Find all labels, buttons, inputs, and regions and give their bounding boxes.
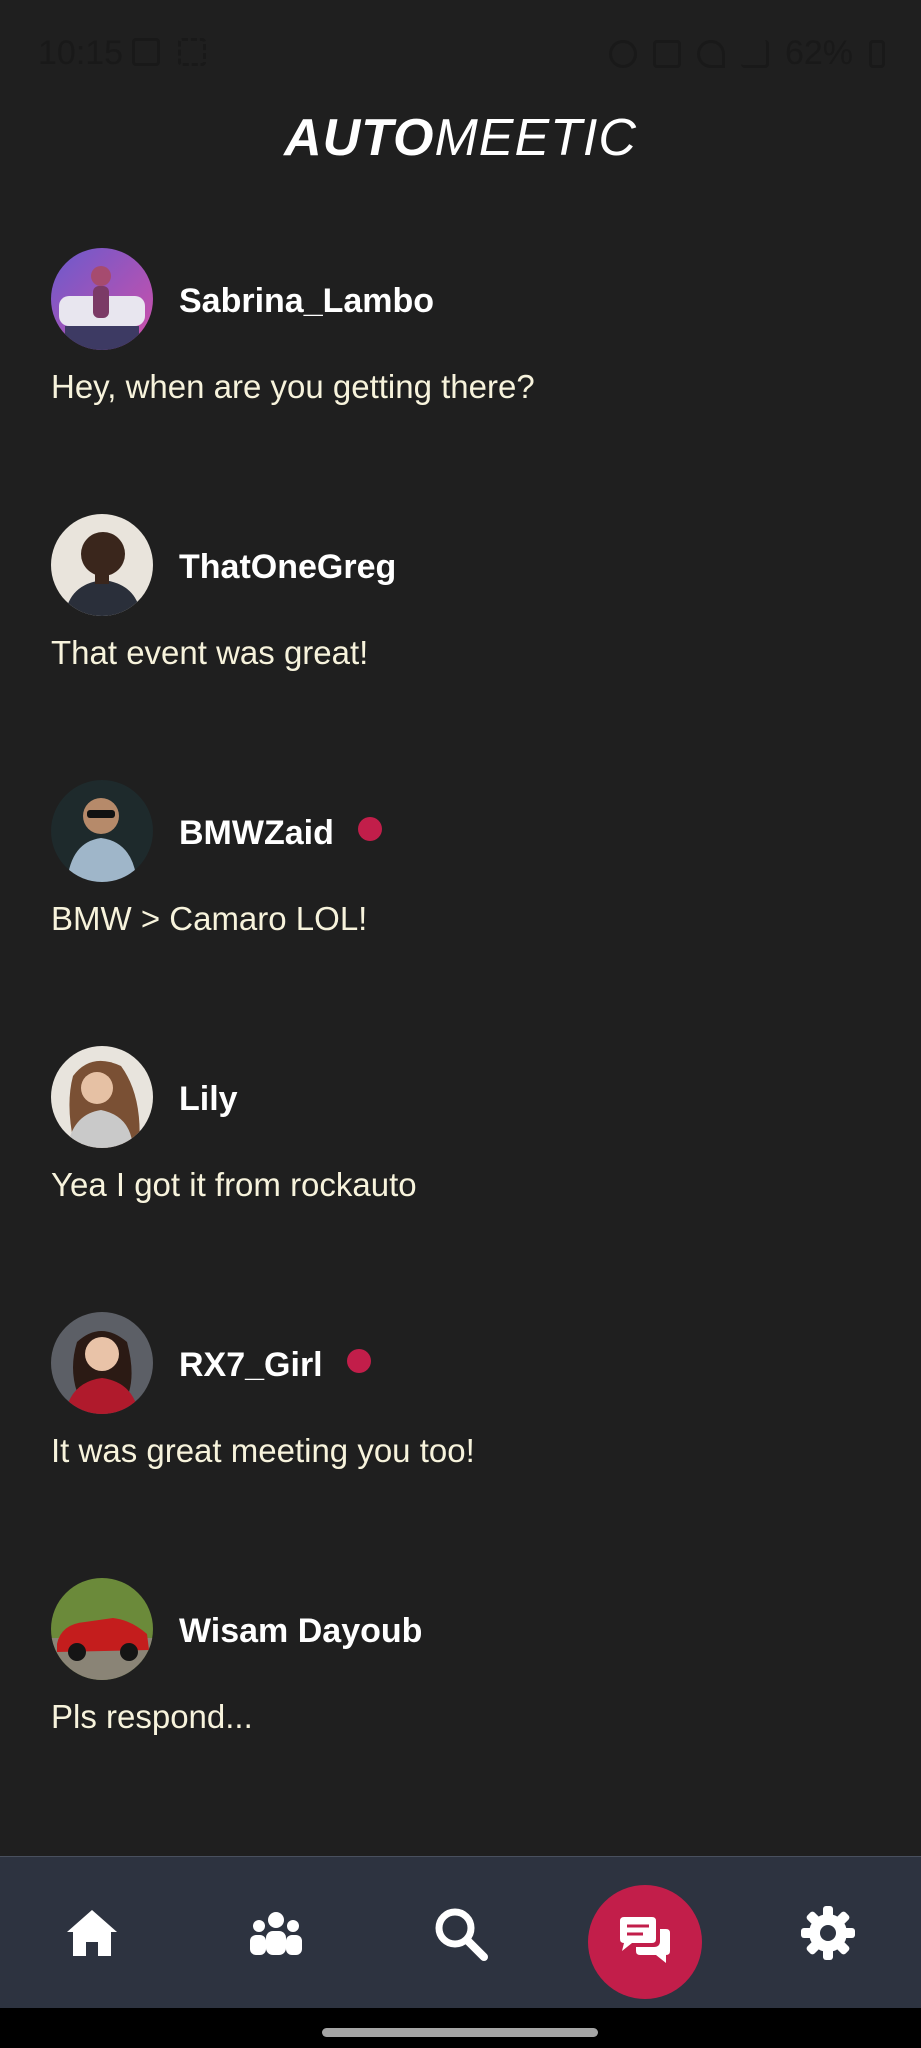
chat-item-thatonegreg[interactable]: ThatOneGreg That event was great! xyxy=(0,512,921,778)
app-title-light: MEETIC xyxy=(434,109,637,167)
avatar[interactable] xyxy=(51,1578,153,1680)
app-title-bold: AUTO xyxy=(284,109,435,167)
chat-item-lily[interactable]: Lily Yea I got it from rockauto xyxy=(0,1044,921,1310)
system-nav-bar xyxy=(0,2008,921,2048)
nav-home-button[interactable] xyxy=(42,1883,142,1983)
chat-username: Wisam Dayoub xyxy=(179,1612,423,1650)
nav-search-button[interactable] xyxy=(410,1883,510,1983)
home-gesture-bar[interactable] xyxy=(322,2028,598,2037)
unread-indicator xyxy=(346,1349,371,1373)
chat-preview: Yea I got it from rockauto xyxy=(51,1166,417,1203)
chat-username: ThatOneGreg xyxy=(179,548,397,586)
avatar[interactable] xyxy=(51,248,153,350)
signal-icon xyxy=(740,39,769,68)
screenshot-notification-icon xyxy=(178,38,206,66)
chat-preview: BMW > Camaro LOL! xyxy=(51,900,368,937)
alarm-icon xyxy=(608,39,637,68)
avatar[interactable] xyxy=(51,1312,153,1414)
chat-list: Sabrina_Lambo Hey, when are you getting … xyxy=(0,246,921,1842)
battery-icon xyxy=(869,39,885,68)
bottom-nav xyxy=(0,1856,921,2009)
messages-icon xyxy=(620,1917,670,1963)
chat-username: RX7_Girl xyxy=(179,1346,371,1385)
search-icon xyxy=(435,1908,488,1961)
nav-messages-button[interactable] xyxy=(588,1885,702,1999)
chat-item-sabrina-lambo[interactable]: Sabrina_Lambo Hey, when are you getting … xyxy=(0,246,921,512)
unread-indicator xyxy=(357,817,382,841)
home-icon xyxy=(67,1910,117,1956)
status-bar: 10:15 62% xyxy=(0,0,921,100)
chat-username: BMWZaid xyxy=(179,814,382,853)
nav-friends-button[interactable] xyxy=(226,1883,326,1983)
settings-icon xyxy=(801,1906,855,1960)
chat-username: Sabrina_Lambo xyxy=(179,282,435,320)
wifi-icon xyxy=(696,39,725,68)
chat-preview: It was great meeting you too! xyxy=(51,1432,475,1469)
gallery-notification-icon xyxy=(132,38,160,66)
mute-icon xyxy=(652,39,681,68)
status-time: 10:15 xyxy=(38,34,124,72)
chat-preview: Hey, when are you getting there? xyxy=(51,368,535,405)
battery-percent: 62% xyxy=(784,34,853,72)
app-title: AUTOMEETIC xyxy=(0,108,921,168)
chat-preview: Pls respond... xyxy=(51,1698,253,1735)
chat-preview: That event was great! xyxy=(51,634,369,671)
chat-username: Lily xyxy=(179,1080,238,1118)
avatar[interactable] xyxy=(51,780,153,882)
users-icon xyxy=(250,1912,302,1955)
chat-item-rx7-girl[interactable]: RX7_Girl It was great meeting you too! xyxy=(0,1310,921,1576)
chat-item-wisam-dayoub[interactable]: Wisam Dayoub Pls respond... xyxy=(0,1576,921,1842)
avatar[interactable] xyxy=(51,514,153,616)
avatar[interactable] xyxy=(51,1046,153,1148)
chat-item-bmwzaid[interactable]: BMWZaid BMW > Camaro LOL! xyxy=(0,778,921,1044)
nav-settings-button[interactable] xyxy=(778,1883,878,1983)
